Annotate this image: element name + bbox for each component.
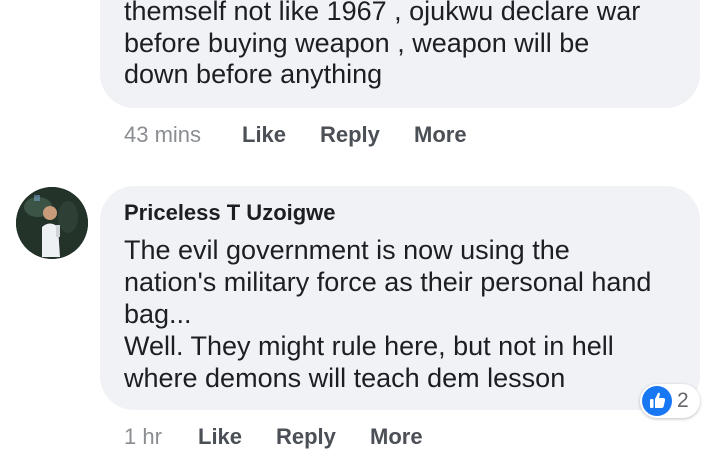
reaction-count: 2 — [677, 389, 689, 412]
like-button[interactable]: Like — [198, 424, 242, 450]
reply-button[interactable]: Reply — [276, 424, 336, 450]
reply-button[interactable]: Reply — [320, 122, 380, 148]
comment-text: The evil government is now using the nat… — [124, 235, 652, 393]
comment-text: themself not like 1967 , ojukwu declare … — [124, 0, 641, 89]
like-button[interactable]: Like — [242, 122, 286, 148]
comment-timestamp[interactable]: 1 hr — [124, 424, 162, 450]
more-button[interactable]: More — [414, 122, 467, 148]
thumbs-up-icon — [642, 386, 672, 416]
comment-author[interactable]: Priceless T Uzoigwe — [124, 200, 336, 226]
comment-bubble: Priceless T Uzoigwe The evil government … — [100, 186, 700, 410]
comment-bubble: themself not like 1967 , ojukwu declare … — [100, 0, 700, 108]
avatar-image — [16, 187, 88, 259]
reaction-badge[interactable]: 2 — [640, 384, 700, 418]
avatar[interactable] — [16, 187, 88, 259]
comment-timestamp[interactable]: 43 mins — [124, 122, 201, 148]
more-button[interactable]: More — [370, 424, 423, 450]
